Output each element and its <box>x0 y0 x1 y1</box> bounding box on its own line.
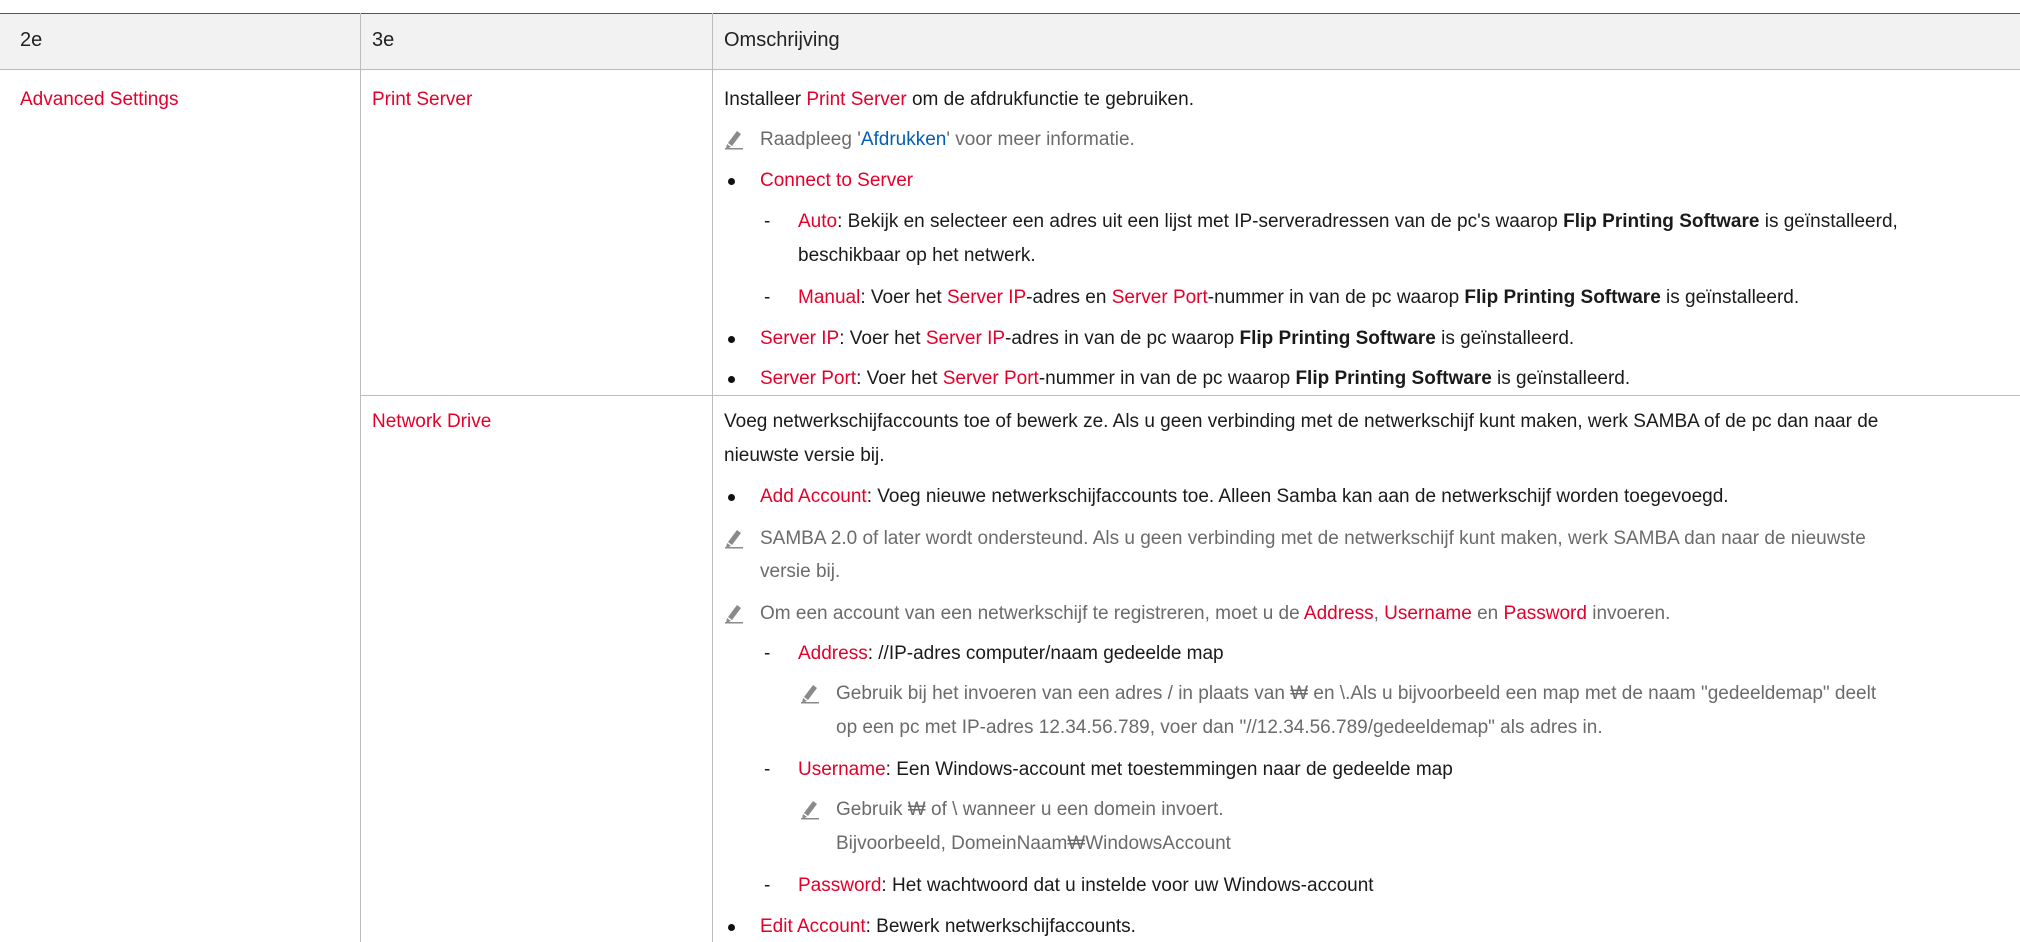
table-header <box>0 13 2020 70</box>
column-divider <box>712 13 713 942</box>
samba-note-line2: versie bij. <box>760 561 841 582</box>
samba-note-line1: SAMBA 2.0 of later wordt ondersteund. Al… <box>760 528 1866 549</box>
connect-to-server-label: Connect to Server <box>760 170 914 191</box>
pencil-note-icon <box>801 801 819 820</box>
cell-advanced-settings: Advanced Settings <box>20 89 179 110</box>
bullet <box>728 336 735 343</box>
address-item: Address: //IP-adres computer/naam gedeel… <box>798 643 1224 664</box>
row-divider <box>360 395 2020 396</box>
pencil-note-icon <box>725 605 743 624</box>
bullet <box>728 924 735 931</box>
network-drive-intro-line1: Voeg netwerkschijfaccounts toe of bewerk… <box>724 411 1879 432</box>
server-port-item: Server Port: Voer het Server Port-nummer… <box>760 368 1631 389</box>
dash: - <box>764 643 771 664</box>
dash: - <box>764 287 771 308</box>
bullet <box>728 376 735 383</box>
pencil-note-icon <box>801 685 819 704</box>
print-server-note: Raadpleeg 'Afdrukken' voor meer informat… <box>760 129 1135 150</box>
username-item: Username: Een Windows-account met toeste… <box>798 759 1453 780</box>
header-col-description: Omschrijving <box>724 29 840 51</box>
cell-print-server: Print Server <box>372 89 473 110</box>
username-note-line2: Bijvoorbeeld, DomeinNaam₩WindowsAccount <box>836 833 1231 854</box>
pencil-note-icon <box>725 131 743 150</box>
network-drive-intro-line2: nieuwste versie bij. <box>724 445 885 466</box>
auto-option-line2: beschikbaar op het netwerk. <box>798 245 1036 266</box>
dash: - <box>764 211 771 232</box>
address-note-line2: op een pc met IP-adres 12.34.56.789, voe… <box>836 717 1603 738</box>
password-item: Password: Het wachtwoord dat u instelde … <box>798 875 1374 896</box>
bullet <box>728 178 735 185</box>
header-col-3e: 3e <box>372 29 395 51</box>
bullet <box>728 494 735 501</box>
column-divider <box>360 13 361 942</box>
edit-account-item: Edit Account: Bewerk netwerkschijfaccoun… <box>760 916 1136 937</box>
header-col-2e: 2e <box>20 29 43 51</box>
dash: - <box>764 759 771 780</box>
auto-option-line1: Auto: Bekijk en selecteer een adres uit … <box>798 211 1898 232</box>
pencil-note-icon <box>725 530 743 549</box>
address-note-line1: Gebruik bij het invoeren van een adres /… <box>836 683 1877 704</box>
dash: - <box>764 875 771 896</box>
add-account-item: Add Account: Voeg nieuwe netwerkschijfac… <box>760 486 1729 507</box>
username-note-line1: Gebruik ₩ of \ wanneer u een domein invo… <box>836 799 1224 820</box>
register-note: Om een account van een netwerkschijf te … <box>760 603 1671 624</box>
cell-network-drive: Network Drive <box>372 411 492 432</box>
manual-option: Manual: Voer het Server IP-adres en Serv… <box>798 287 1800 308</box>
server-ip-item: Server IP: Voer het Server IP-adres in v… <box>760 328 1575 349</box>
afdrukken-link[interactable]: Afdrukken <box>861 129 947 150</box>
print-server-intro: Installeer Print Server om de afdrukfunc… <box>724 89 1194 110</box>
